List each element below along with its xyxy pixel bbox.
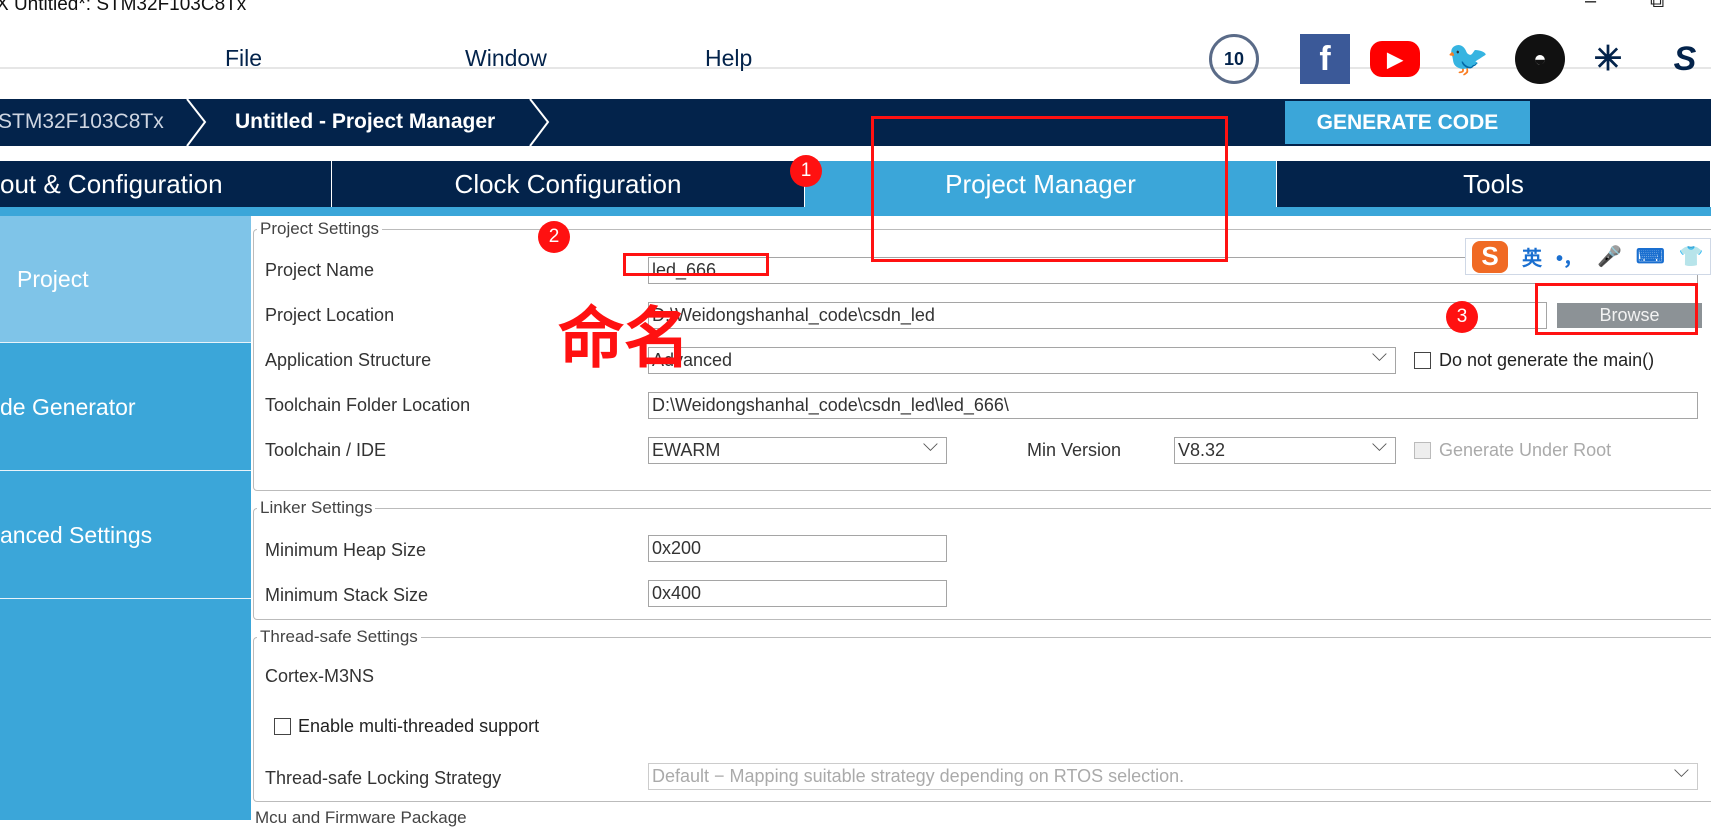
project-location-input[interactable]: D:\Weidongshanhal_code\csdn_led <box>648 302 1547 329</box>
group-title: Linker Settings <box>257 498 376 518</box>
youtube-icon[interactable]: ▶ <box>1370 41 1420 77</box>
github-icon[interactable]: ◓ <box>1515 34 1565 84</box>
step-2-marker: 2 <box>538 221 570 253</box>
generate-code-button[interactable]: GENERATE CODE <box>1285 101 1530 144</box>
sidebar-item-code-generator[interactable]: de Generator <box>0 344 251 471</box>
highlight-browse-button <box>1535 283 1698 335</box>
ime-punctuation-toggle[interactable]: •， <box>1556 242 1583 271</box>
sidebar-item-project[interactable]: Project <box>0 216 251 343</box>
project-name-label: Project Name <box>265 260 375 280</box>
multi-thread-label: Enable multi-threaded support <box>298 716 540 736</box>
tab-tools[interactable]: Tools <box>1277 161 1711 207</box>
breadcrumb-project-manager[interactable]: Untitled - Project Manager <box>235 110 495 134</box>
step-1-marker: 1 <box>790 155 822 187</box>
toolchain-ide-select[interactable]: EWARM <box>648 434 947 464</box>
minimize-button[interactable]: – <box>1585 0 1596 13</box>
no-main-label: Do not generate the main() <box>1439 350 1655 370</box>
facebook-icon[interactable]: f <box>1300 34 1350 84</box>
cortex-core-label: Cortex-M3NS <box>265 666 375 686</box>
min-version-select[interactable]: V8.32 <box>1174 434 1396 464</box>
chevron-right-icon <box>529 99 550 146</box>
min-version-label: Min Version <box>1027 440 1122 460</box>
twitter-icon[interactable]: 🐦 <box>1443 34 1493 84</box>
locking-strategy-select[interactable]: Default − Mapping suitable strategy depe… <box>648 760 1698 790</box>
project-location-label: Project Location <box>265 305 395 325</box>
application-structure-select[interactable]: Advanced <box>648 344 1396 374</box>
group-title: Project Settings <box>257 219 383 239</box>
generate-under-root-checkbox[interactable] <box>1414 442 1431 459</box>
generate-under-root-label: Generate Under Root <box>1439 440 1612 460</box>
sogou-logo-icon[interactable]: S <box>1472 240 1508 273</box>
sidebar: Project de Generator anced Settings <box>0 216 251 820</box>
tab-underline <box>0 207 1711 216</box>
st-logo[interactable]: S <box>1660 34 1710 84</box>
stack-size-label: Minimum Stack Size <box>265 585 429 605</box>
group-title: Thread-safe Settings <box>257 627 421 647</box>
highlight-project-manager-tab <box>871 116 1228 262</box>
multi-thread-checkbox[interactable] <box>274 718 291 735</box>
toolchain-ide-label: Toolchain / IDE <box>265 440 387 460</box>
linker-settings-group: Linker Settings <box>253 498 1711 620</box>
network-icon[interactable]: ✳ <box>1583 34 1633 84</box>
toolchain-folder-input[interactable]: D:\Weidongshanhal_code\csdn_led\led_666\ <box>648 392 1698 419</box>
tab-clock-configuration[interactable]: Clock Configuration <box>332 161 805 207</box>
highlight-project-name <box>623 253 769 276</box>
tab-pinout-configuration[interactable]: out & Configuration <box>0 161 332 207</box>
step-3-marker: 3 <box>1446 301 1478 333</box>
keyboard-icon[interactable]: ⌨ <box>1636 244 1665 269</box>
anniversary-badge-icon[interactable]: 10 <box>1209 34 1259 84</box>
menu-window[interactable]: Window <box>465 45 547 72</box>
locking-strategy-label: Thread-safe Locking Strategy <box>265 768 502 788</box>
chevron-right-icon <box>186 99 207 146</box>
application-structure-label: Application Structure <box>265 350 432 370</box>
heap-size-label: Minimum Heap Size <box>265 540 427 560</box>
no-main-checkbox[interactable] <box>1414 352 1431 369</box>
naming-annotation: 命名 <box>558 301 690 375</box>
menu-file[interactable]: File <box>225 45 262 72</box>
breadcrumb-mcu[interactable]: STM32F103C8Tx <box>0 110 164 134</box>
heap-size-input[interactable]: 0x200 <box>648 535 947 562</box>
window-title: X Untitled*: STM32F103C8Tx <box>0 0 247 15</box>
sidebar-item-advanced-settings[interactable]: anced Settings <box>0 472 251 599</box>
ime-language-toggle[interactable]: 英 <box>1522 242 1542 271</box>
stack-size-input[interactable]: 0x400 <box>648 580 947 607</box>
ime-toolbar: S 英 •， 🎤 ⌨ 👕 <box>1465 238 1711 275</box>
toolchain-folder-label: Toolchain Folder Location <box>265 395 471 415</box>
mcu-firmware-group-title: Mcu and Firmware Package <box>255 808 467 827</box>
microphone-icon[interactable]: 🎤 <box>1597 244 1622 269</box>
restore-button[interactable]: ⧉ <box>1650 0 1664 13</box>
menu-help[interactable]: Help <box>705 45 752 72</box>
skin-shirt-icon[interactable]: 👕 <box>1679 244 1704 269</box>
